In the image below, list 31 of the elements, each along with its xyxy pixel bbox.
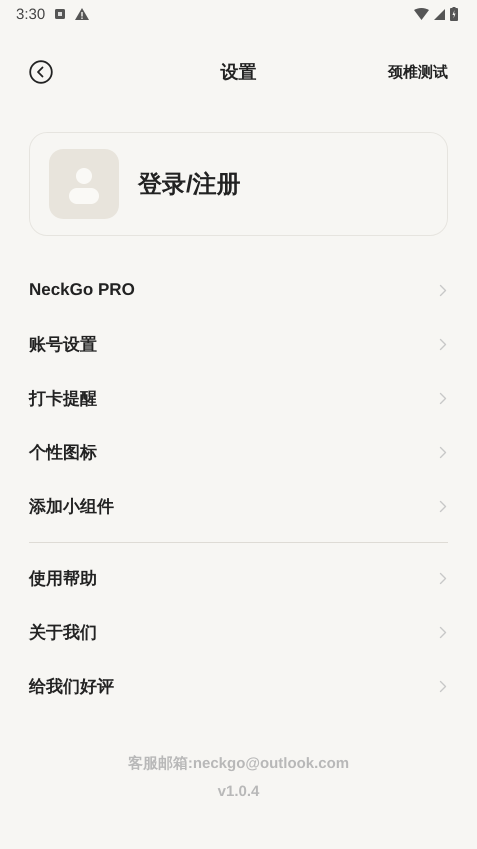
warning-icon [75, 8, 90, 20]
chevron-right-icon [439, 500, 447, 512]
settings-item[interactable]: 打卡提醒 [29, 371, 448, 425]
signal-icon [434, 8, 445, 20]
chevron-right-icon [439, 338, 447, 350]
avatar-icon [49, 149, 119, 219]
back-icon [29, 60, 53, 84]
settings-item[interactable]: 使用帮助 [29, 551, 448, 605]
page-title: 设置 [220, 61, 256, 84]
chevron-right-icon [439, 680, 447, 692]
login-label: 登录/注册 [138, 170, 241, 200]
support-email: 客服邮箱:neckgo@outlook.com [128, 754, 350, 773]
status-time: 3:30 [16, 6, 46, 22]
chevron-right-icon [439, 446, 447, 458]
chevron-right-icon [439, 626, 447, 638]
chevron-right-icon [439, 284, 447, 296]
wifi-icon [414, 8, 429, 20]
settings-item[interactable]: NeckGo PRO [29, 263, 448, 317]
settings-item[interactable]: 给我们好评 [29, 659, 448, 713]
chevron-right-icon [439, 392, 447, 404]
back-button[interactable] [29, 60, 53, 84]
settings-item[interactable]: 个性图标 [29, 425, 448, 479]
notification-icon [55, 9, 66, 19]
login-card[interactable]: 登录/注册 [29, 132, 448, 236]
app-version: v1.0.4 [218, 783, 260, 800]
settings-item[interactable]: 添加小组件 [29, 479, 448, 533]
settings-item[interactable]: 账号设置 [29, 317, 448, 371]
neck-test-button[interactable]: 颈椎测试 [388, 62, 448, 82]
battery-icon [450, 7, 458, 21]
chevron-right-icon [439, 572, 447, 584]
settings-item[interactable]: 关于我们 [29, 605, 448, 659]
